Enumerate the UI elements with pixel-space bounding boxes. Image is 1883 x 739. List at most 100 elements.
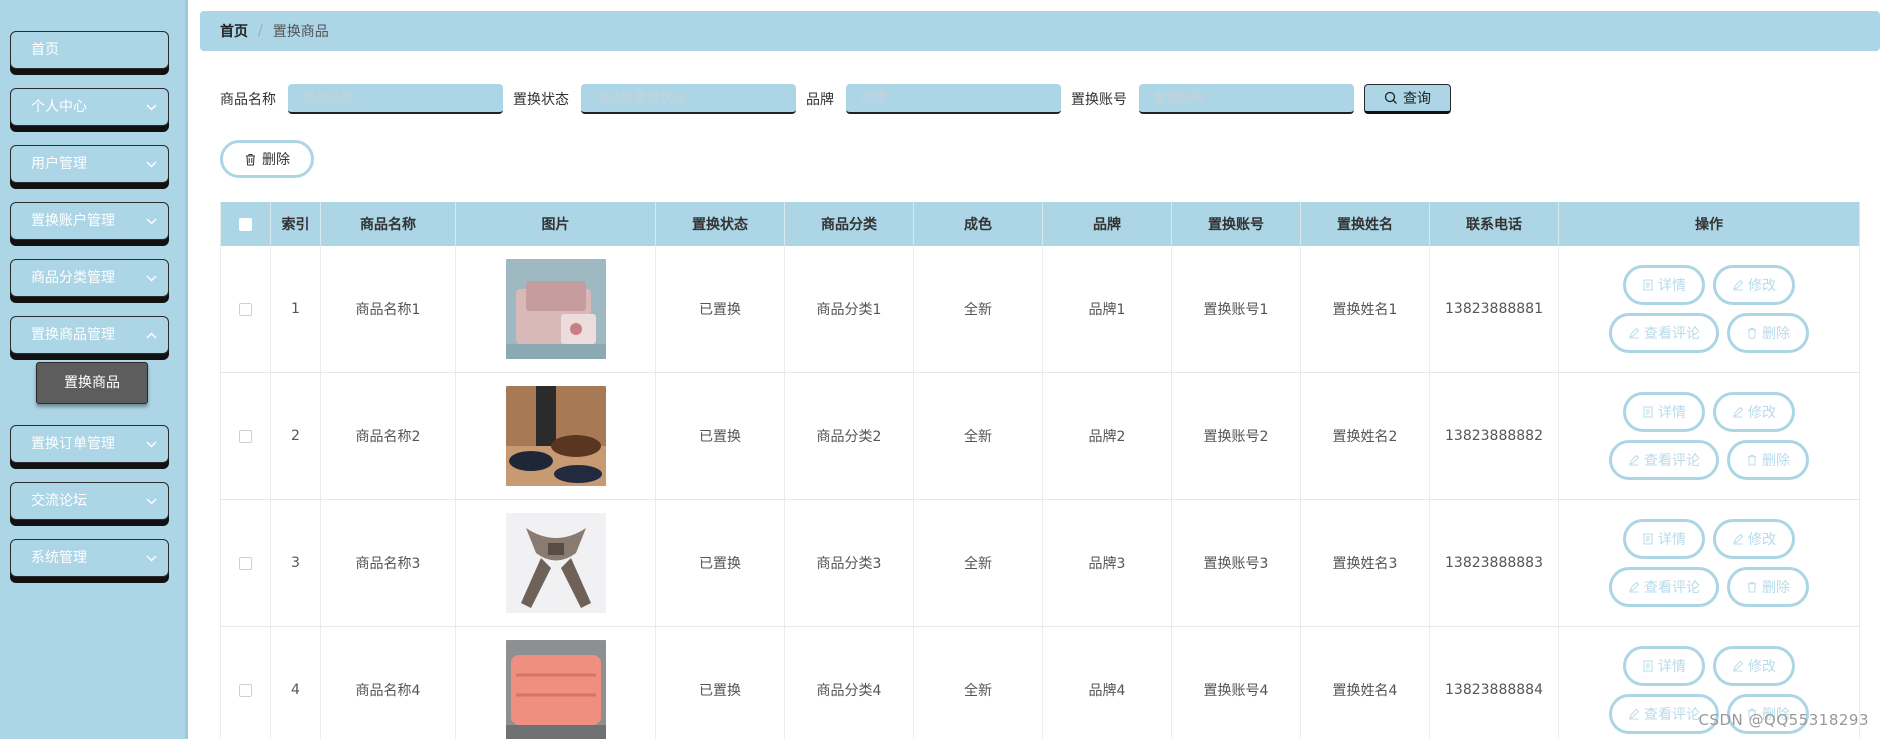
batch-delete-button[interactable]: 删除 — [220, 140, 314, 178]
review-label: 查看评论 — [1644, 707, 1700, 723]
edit-label: 修改 — [1748, 405, 1776, 421]
cell-index: 4 — [271, 627, 321, 739]
cell-status: 已置换 — [656, 500, 785, 626]
review-label: 查看评论 — [1644, 580, 1700, 596]
table-row: 2 商品名称2 已置换 商品分类2 全新 品牌2 置换账号2 置换姓名2 138… — [220, 373, 1860, 500]
search-icon — [1384, 91, 1397, 104]
sidebar-item-user-management[interactable]: 用户管理 — [10, 145, 169, 183]
goods-thumbnail — [505, 513, 606, 613]
sidebar-item-forum[interactable]: 交流论坛 — [10, 482, 169, 520]
table-header: 索引 商品名称 图片 置换状态 商品分类 成色 品牌 置换账号 置换姓名 联系电… — [220, 202, 1860, 246]
edit-button[interactable]: 修改 — [1713, 265, 1795, 305]
delete-button[interactable]: 删除 — [1727, 567, 1809, 607]
query-button[interactable]: 查询 — [1364, 84, 1451, 114]
brand-input[interactable] — [846, 84, 1061, 114]
select-all-checkbox[interactable] — [239, 217, 252, 231]
trash-icon — [1747, 454, 1757, 466]
detail-button[interactable]: 详情 — [1623, 519, 1705, 559]
sidebar-subitem-goods[interactable]: 置换商品 — [36, 362, 148, 404]
sidebar-item-account-management[interactable]: 置换账户管理 — [10, 202, 169, 240]
header-brand: 品牌 — [1043, 202, 1172, 246]
edit-icon — [1733, 279, 1744, 291]
cell-image — [456, 627, 656, 739]
row-select-cell — [220, 500, 271, 626]
cell-name: 商品名称4 — [321, 627, 456, 739]
header-owner: 置换姓名 — [1301, 202, 1430, 246]
sidebar-item-label: 交流论坛 — [31, 493, 87, 509]
header-category: 商品分类 — [785, 202, 914, 246]
cell-actions: 详情 修改 查看评论 删除 — [1559, 500, 1860, 626]
delete-button[interactable]: 删除 — [1727, 313, 1809, 353]
document-icon — [1643, 406, 1653, 418]
account-input[interactable] — [1139, 84, 1354, 114]
sidebar-item-home[interactable]: 首页 — [10, 31, 169, 69]
detail-label: 详情 — [1658, 532, 1686, 548]
trash-icon — [1747, 327, 1757, 339]
row-checkbox[interactable] — [239, 429, 252, 443]
chevron-down-icon — [144, 426, 158, 462]
cell-account: 置换账号2 — [1172, 373, 1301, 499]
cell-category: 商品分类4 — [785, 627, 914, 739]
sidebar-item-goods-management[interactable]: 置换商品管理 — [10, 316, 169, 354]
sidebar-item-label: 用户管理 — [31, 156, 87, 172]
sidebar-item-category-management[interactable]: 商品分类管理 — [10, 259, 169, 297]
edit-button[interactable]: 修改 — [1713, 519, 1795, 559]
goods-thumbnail — [505, 640, 606, 739]
header-index: 索引 — [271, 202, 321, 246]
review-label: 查看评论 — [1644, 326, 1700, 342]
sidebar-item-order-management[interactable]: 置换订单管理 — [10, 425, 169, 463]
search-form: 商品名称 置换状态 品牌 置换账号 查询 — [220, 82, 1451, 116]
edit-icon — [1733, 660, 1744, 672]
trash-icon — [1747, 581, 1757, 593]
sidebar-item-label: 置换订单管理 — [31, 436, 115, 452]
goods-name-label: 商品名称 — [220, 92, 276, 108]
cell-phone: 13823888883 — [1430, 500, 1559, 626]
sidebar-item-system-management[interactable]: 系统管理 — [10, 539, 169, 577]
row-checkbox[interactable] — [239, 683, 252, 697]
edit-icon — [1629, 454, 1640, 466]
cell-owner: 置换姓名4 — [1301, 627, 1430, 739]
detail-button[interactable]: 详情 — [1623, 646, 1705, 686]
delete-button[interactable]: 删除 — [1727, 440, 1809, 480]
edit-button[interactable]: 修改 — [1713, 646, 1795, 686]
row-checkbox[interactable] — [239, 556, 252, 570]
breadcrumb-home-link[interactable]: 首页 — [220, 21, 248, 41]
status-select[interactable] — [581, 84, 796, 114]
row-select-cell — [220, 246, 271, 372]
sidebar-item-personal-center[interactable]: 个人中心 — [10, 88, 169, 126]
edit-icon — [1733, 406, 1744, 418]
document-icon — [1643, 660, 1653, 672]
query-button-label: 查询 — [1403, 91, 1431, 107]
chevron-down-icon — [144, 260, 158, 296]
cell-index: 2 — [271, 373, 321, 499]
watermark: CSDN @QQ55318293 — [1698, 711, 1869, 729]
detail-button[interactable]: 详情 — [1623, 392, 1705, 432]
cell-phone: 13823888884 — [1430, 627, 1559, 739]
edit-button[interactable]: 修改 — [1713, 392, 1795, 432]
table-row: 3 商品名称3 已置换 商品分类3 全新 品牌3 置换账号3 置换姓名3 138… — [220, 500, 1860, 627]
cell-account: 置换账号3 — [1172, 500, 1301, 626]
cell-owner: 置换姓名2 — [1301, 373, 1430, 499]
view-reviews-button[interactable]: 查看评论 — [1609, 440, 1719, 480]
header-account: 置换账号 — [1172, 202, 1301, 246]
detail-button[interactable]: 详情 — [1623, 265, 1705, 305]
cell-account: 置换账号1 — [1172, 246, 1301, 372]
chevron-down-icon — [144, 540, 158, 576]
cell-phone: 13823888882 — [1430, 373, 1559, 499]
edit-label: 修改 — [1748, 532, 1776, 548]
edit-label: 修改 — [1748, 659, 1776, 675]
cell-condition: 全新 — [914, 246, 1043, 372]
view-reviews-button[interactable]: 查看评论 — [1609, 567, 1719, 607]
cell-phone: 13823888881 — [1430, 246, 1559, 372]
chevron-up-icon — [144, 317, 158, 353]
sidebar-item-label: 置换商品管理 — [31, 327, 115, 343]
detail-label: 详情 — [1658, 659, 1686, 675]
cell-category: 商品分类2 — [785, 373, 914, 499]
row-checkbox[interactable] — [239, 302, 252, 316]
view-reviews-button[interactable]: 查看评论 — [1609, 313, 1719, 353]
cell-image — [456, 246, 656, 372]
goods-name-input[interactable] — [288, 84, 503, 114]
header-status: 置换状态 — [656, 202, 785, 246]
cell-name: 商品名称1 — [321, 246, 456, 372]
cell-owner: 置换姓名3 — [1301, 500, 1430, 626]
